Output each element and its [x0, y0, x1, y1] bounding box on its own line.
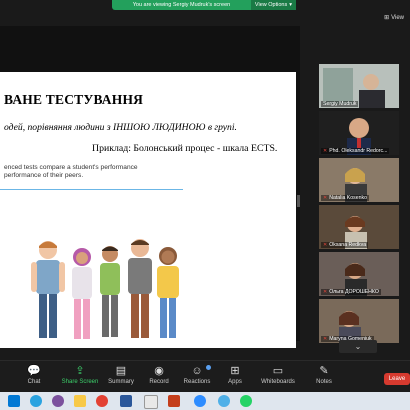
summary-icon: ▤ — [115, 365, 127, 377]
chevron-down-icon: ▾ — [289, 2, 292, 8]
participant-tile[interactable]: ✕ Natalia Kosenko — [319, 158, 399, 202]
viber-icon[interactable] — [52, 395, 64, 407]
shared-screen-area: ВАНЕ ТЕСТУВАННЯ одей, порівняння людини … — [0, 26, 300, 348]
student-figure-4 — [128, 239, 152, 338]
record-button[interactable]: ◉ Record — [139, 363, 179, 385]
apps-button[interactable]: ⊞ Apps — [215, 363, 255, 385]
reactions-button[interactable]: ☺ Reactions — [177, 363, 217, 385]
panel-resize-handle[interactable] — [297, 195, 300, 207]
participant-name: ✕ Oksana Redkva — [321, 242, 369, 248]
participant-tile[interactable]: ✕ Phd. Oleksandr Redorc... — [319, 111, 399, 155]
view-options-label: View Options — [254, 2, 288, 8]
gallery-scroll-down-button[interactable]: ⌄ — [339, 340, 377, 353]
apps-icon: ⊞ — [230, 365, 240, 377]
banner-message: You are viewing Sergiy Mudruk's screen — [132, 2, 231, 8]
caption-line1: enced tests compare a student's performa… — [4, 164, 138, 171]
chat-icon: 💬 — [27, 365, 41, 377]
view-label: View — [391, 14, 404, 21]
student-figure-3 — [100, 246, 120, 337]
student-figure-1 — [31, 241, 65, 338]
caption-line2: performance of their peers. — [4, 172, 84, 179]
powerpoint-icon[interactable] — [168, 395, 180, 407]
participant-name: Sergiy Mudruk — [321, 101, 359, 107]
student-figure-5 — [157, 247, 179, 338]
whatsapp-icon[interactable] — [240, 395, 252, 407]
presentation-slide: ВАНЕ ТЕСТУВАННЯ одей, порівняння людини … — [0, 72, 296, 348]
participant-tile[interactable]: ✕ Ольга ДОРОШЕНКО — [319, 252, 399, 296]
participant-name: ✕ Natalia Kosenko — [321, 195, 369, 201]
windows-start-icon[interactable] — [8, 395, 20, 407]
slide-text-line1: одей, порівняння людини з ІНШОЮ ЛЮДИНОЮ … — [4, 122, 237, 133]
notes-button[interactable]: ✎ Notes — [304, 363, 344, 385]
participant-tile[interactable]: ✕ Maryna Gomeniuk — [319, 299, 399, 343]
mic-muted-icon: ✕ — [323, 148, 328, 154]
whiteboard-icon: ▭ — [272, 365, 284, 377]
notepad-icon[interactable] — [144, 395, 158, 409]
chevron-down-icon: ⌄ — [354, 342, 362, 351]
reactions-icon: ☺ — [191, 365, 203, 377]
participant-tile[interactable]: ✕ Oksana Redkva — [319, 205, 399, 249]
share-screen-icon: ⇪ — [75, 365, 85, 377]
os-taskbar — [0, 392, 410, 410]
grid-icon: ⊞ — [384, 15, 390, 21]
participant-name: ✕ Phd. Oleksandr Redorc... — [321, 148, 390, 154]
view-options-button[interactable]: View Options ▾ — [250, 0, 296, 10]
mic-muted-icon: ✕ — [323, 195, 328, 201]
leave-button[interactable]: Leave — [384, 373, 410, 385]
mic-muted-icon: ✕ — [323, 289, 328, 295]
slide-text-line2: Приклад: Болонський процес - шкала ECTS. — [92, 143, 278, 154]
participant-name: ✕ Ольга ДОРОШЕНКО — [321, 289, 381, 295]
notification-dot — [206, 365, 211, 370]
notes-icon: ✎ — [319, 365, 329, 377]
record-icon: ◉ — [154, 365, 164, 377]
chrome-icon[interactable] — [96, 395, 108, 407]
folder-icon[interactable] — [74, 395, 86, 407]
mic-muted-icon: ✕ — [323, 242, 328, 248]
summary-button[interactable]: ▤ Summary — [101, 363, 141, 385]
chat-button[interactable]: 💬 Chat — [14, 363, 54, 385]
students-illustration — [31, 239, 179, 339]
browser-icon[interactable] — [218, 395, 230, 407]
participant-tile[interactable]: Sergiy Mudruk — [319, 64, 399, 108]
whiteboards-button[interactable]: ▭ Whiteboards — [258, 363, 298, 385]
view-button[interactable]: ⊞ View — [384, 14, 404, 22]
screen-share-banner: You are viewing Sergiy Mudruk's screen V… — [112, 0, 296, 10]
slide-title: ВАНЕ ТЕСТУВАННЯ — [4, 92, 144, 107]
word-icon[interactable] — [120, 395, 132, 407]
student-figure-2 — [72, 248, 92, 339]
share-screen-button[interactable]: ⇪ Share Screen — [60, 363, 100, 385]
mic-muted-icon: ✕ — [323, 336, 328, 342]
slide-caption: enced tests compare a student's performa… — [4, 164, 164, 180]
zoom-icon[interactable] — [194, 395, 206, 407]
meeting-toolbar: 💬 Chat ⇪ Share Screen ▤ Summary ◉ Record… — [0, 360, 410, 393]
telegram-icon[interactable] — [30, 395, 42, 407]
